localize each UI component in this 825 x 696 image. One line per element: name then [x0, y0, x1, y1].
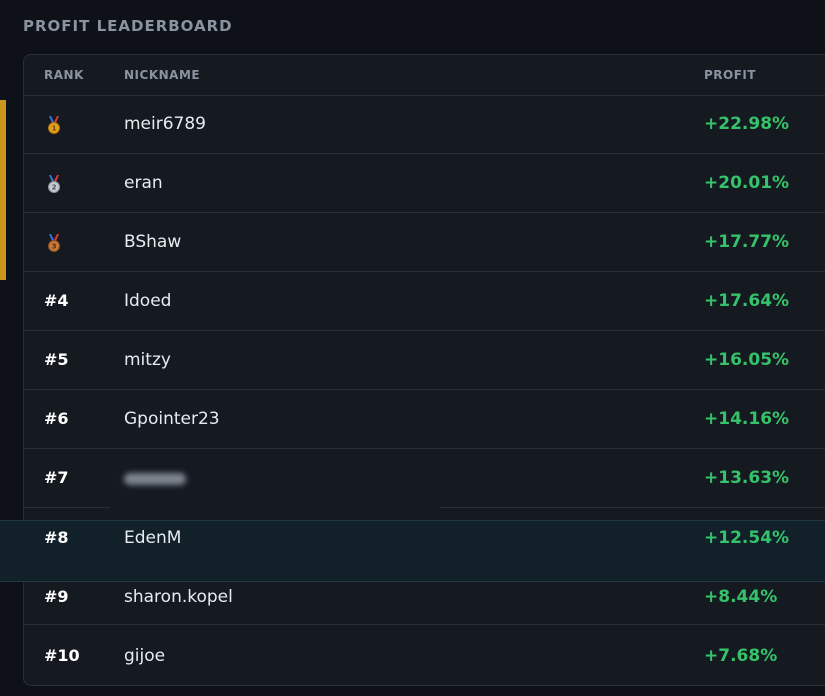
nickname: meir6789 — [124, 114, 206, 134]
rank-label: #8 — [44, 528, 69, 547]
table-row[interactable]: 3 BShaw +17.77% — [24, 213, 825, 272]
nickname: Idoed — [124, 291, 172, 311]
profit-value: +8.44% — [704, 587, 778, 607]
nickname: sharon.kopel — [124, 587, 233, 607]
row-divider — [440, 507, 825, 508]
nickname: gijoe — [124, 646, 166, 666]
table-row[interactable]: #6 Gpointer23 +14.16% — [24, 390, 825, 449]
rank-label: #5 — [44, 350, 69, 369]
profit-value: +22.98% — [704, 114, 790, 134]
section-title: PROFIT LEADERBOARD — [23, 17, 233, 35]
table-row[interactable]: #5 mitzy +16.05% — [24, 331, 825, 390]
svg-text:2: 2 — [52, 184, 57, 192]
profit-value: +13.63% — [704, 468, 790, 488]
nickname: mitzy — [124, 350, 171, 370]
leaderboard-page: PROFIT LEADERBOARD RANK NICKNAME PROFIT … — [0, 0, 825, 696]
silver-medal-icon: 2 — [48, 175, 60, 193]
table-row[interactable]: 2 eran +20.01% — [24, 154, 825, 213]
profit-value: +17.64% — [704, 291, 790, 311]
svg-text:1: 1 — [52, 125, 57, 133]
rank-label: #7 — [44, 468, 69, 487]
rank-label: #9 — [44, 587, 69, 606]
profit-value: +7.68% — [704, 646, 778, 666]
profit-value: +20.01% — [704, 173, 790, 193]
rank-column-header: RANK — [44, 68, 84, 82]
svg-text:3: 3 — [52, 243, 57, 251]
table-row[interactable]: #9 sharon.kopel +8.44% — [23, 566, 825, 624]
table-row[interactable]: #7 +13.63% — [24, 449, 825, 507]
nickname: EdenM — [124, 528, 182, 548]
table-row[interactable]: #10 gijoe +7.68% — [23, 625, 825, 683]
blurred-nickname — [124, 473, 186, 485]
profit-value: +17.77% — [704, 232, 790, 252]
row-divider — [24, 507, 110, 508]
rank-label: #6 — [44, 409, 69, 428]
nickname: Gpointer23 — [124, 409, 220, 429]
profit-value: +12.54% — [704, 528, 790, 548]
nickname-column-header: NICKNAME — [124, 68, 201, 82]
nickname: BShaw — [124, 232, 182, 252]
accent-bar — [0, 100, 6, 280]
table-header: RANK NICKNAME PROFIT — [24, 55, 825, 96]
table-row[interactable]: #4 Idoed +17.64% — [24, 272, 825, 331]
profit-column-header: PROFIT — [704, 68, 757, 82]
table-row[interactable]: 1 meir6789 +22.98% — [24, 95, 825, 154]
bronze-medal-icon: 3 — [48, 234, 60, 252]
profit-value: +14.16% — [704, 409, 790, 429]
gold-medal-icon: 1 — [48, 116, 60, 134]
profit-value: +16.05% — [704, 350, 790, 370]
rank-label: #10 — [44, 646, 80, 665]
nickname: eran — [124, 173, 163, 193]
rank-label: #4 — [44, 291, 69, 310]
